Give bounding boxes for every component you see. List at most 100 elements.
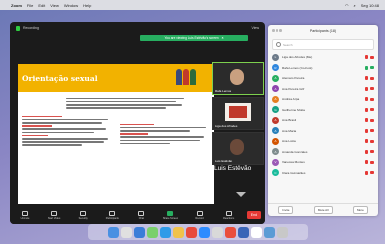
video-off-icon[interactable]	[370, 171, 374, 175]
participant-row[interactable]: A Ana Brasil	[268, 115, 378, 126]
mic-muted-icon[interactable]	[365, 65, 368, 70]
finder-icon[interactable]	[108, 226, 119, 238]
folder-icon[interactable]	[264, 226, 275, 238]
trash-icon[interactable]	[277, 226, 288, 238]
mic-muted-icon[interactable]	[365, 139, 368, 144]
chrome-icon[interactable]	[186, 226, 197, 238]
participant-video-icon	[230, 69, 244, 85]
video-off-icon[interactable]	[370, 108, 374, 112]
video-off-icon[interactable]	[370, 87, 374, 91]
mic-muted-icon[interactable]	[365, 149, 368, 154]
banner-text: You are viewing Luis Estêvão's screen	[164, 36, 219, 40]
participants-title: Participants (18)	[309, 29, 337, 33]
gallery-down-arrow-icon[interactable]	[236, 192, 246, 197]
video-off-icon[interactable]	[370, 118, 374, 122]
record-button[interactable]: Record	[189, 210, 211, 220]
video-off-icon[interactable]	[370, 76, 374, 80]
participant-row[interactable]: A Andréa Arpa	[268, 94, 378, 105]
toolbar-label: Share Screen	[162, 216, 179, 220]
participant-row[interactable]: C Clara Guimarães	[268, 168, 378, 179]
banner-close-icon[interactable]: ×	[222, 36, 224, 40]
settings-icon[interactable]	[212, 226, 223, 238]
video-off-icon[interactable]	[370, 66, 374, 70]
share-screen-button[interactable]: Share Screen	[159, 210, 181, 220]
participant-row[interactable]: A Ana Pereira Grif	[268, 84, 378, 95]
mic-muted-icon[interactable]	[365, 118, 368, 123]
slide-title: Orientação sexual	[22, 74, 98, 83]
participant-row[interactable]: A Ana Maria	[268, 126, 378, 137]
video-thumbnails: Rafa Lemos Liga dos Afrodes Luis Estêvão	[212, 62, 264, 167]
safari-icon[interactable]	[134, 226, 145, 238]
invite-button[interactable]: Invite	[278, 206, 294, 214]
menu-view[interactable]: View	[50, 3, 59, 8]
participants-list: L Liga dos Afrodes (Me) R Rafa Lemos (Co-ho…	[268, 52, 378, 178]
search-icon	[276, 42, 281, 47]
mail-icon[interactable]	[160, 226, 171, 238]
mic-muted-icon[interactable]	[365, 76, 368, 81]
end-meeting-button[interactable]: End	[246, 211, 261, 219]
wifi-icon[interactable]: ◠	[345, 3, 349, 8]
mac-dock	[88, 224, 308, 240]
security-button[interactable]: Security	[72, 210, 94, 220]
menu-help[interactable]: Help	[83, 3, 91, 8]
video-off-icon[interactable]	[370, 160, 374, 164]
shield-icon	[80, 210, 87, 216]
messages-icon[interactable]	[147, 226, 158, 238]
more-button[interactable]: More	[352, 206, 368, 214]
photos-icon[interactable]	[173, 226, 184, 238]
participant-row[interactable]: A Ana Lúcia	[268, 136, 378, 147]
video-off-icon[interactable]	[370, 139, 374, 143]
video-tile[interactable]: Luis Estêvão	[212, 132, 264, 165]
participant-name: Rafa Lemos (Co-host)	[282, 65, 313, 70]
start-video-button[interactable]: Start Video	[43, 210, 65, 220]
mic-muted-icon[interactable]	[365, 170, 368, 175]
avatar: A	[272, 116, 279, 124]
unmute-button[interactable]: Unmute	[14, 210, 36, 220]
chat-button[interactable]: Chat	[130, 210, 152, 220]
encryption-shield-icon[interactable]	[16, 25, 20, 31]
menu-clock[interactable]: Seg 10:48	[361, 3, 379, 8]
zoom-app-icon[interactable]	[199, 226, 210, 238]
participant-row[interactable]: G Guilherme Motta	[268, 105, 378, 116]
menu-app[interactable]: Zoom	[11, 3, 22, 8]
mic-muted-icon[interactable]	[365, 55, 368, 60]
powerpoint-icon[interactable]	[225, 226, 236, 238]
zoom-meeting-window: Recording View You are viewing Luis Estê…	[10, 22, 265, 224]
participant-row[interactable]: R Rafa Lemos (Co-host)	[268, 63, 378, 74]
notes-icon[interactable]	[251, 226, 262, 238]
participant-row[interactable]: A Amanda Gonzales	[268, 147, 378, 158]
video-off-icon[interactable]	[370, 150, 374, 154]
view-button[interactable]: View	[251, 26, 259, 30]
menu-file[interactable]: File	[27, 3, 33, 8]
meeting-topbar: Recording View	[10, 22, 265, 34]
video-off-icon[interactable]	[370, 129, 374, 133]
chat-icon	[138, 210, 145, 216]
search-icon[interactable]: ⌕	[354, 3, 356, 8]
participant-name: Ana Lúcia	[282, 139, 296, 144]
video-tile[interactable]: Liga dos Afrodes	[212, 97, 264, 130]
reactions-button[interactable]: Reactions	[218, 210, 240, 220]
mic-muted-icon[interactable]	[365, 160, 368, 165]
toolbar-label: Unmute	[20, 216, 30, 220]
participants-button[interactable]: Participants	[101, 210, 123, 220]
recording-label[interactable]: Recording	[23, 26, 39, 30]
word-icon[interactable]	[238, 226, 249, 238]
participant-search-input[interactable]: Search	[272, 39, 374, 50]
mute-all-button[interactable]: Mute All	[313, 206, 333, 214]
mic-muted-icon[interactable]	[365, 107, 368, 112]
menu-edit[interactable]: Edit	[38, 3, 45, 8]
mic-muted-icon[interactable]	[365, 97, 368, 102]
video-off-icon[interactable]	[370, 97, 374, 101]
window-controls[interactable]	[272, 29, 282, 32]
video-off-icon[interactable]	[370, 55, 374, 59]
menu-window[interactable]: Window	[64, 3, 78, 8]
participant-row[interactable]: L Liga dos Afrodes (Me)	[268, 52, 378, 63]
mic-muted-icon[interactable]	[365, 86, 368, 91]
launchpad-icon[interactable]	[121, 226, 132, 238]
participant-row[interactable]: A Alemaro Pereira	[268, 73, 378, 84]
toolbar-label: Record	[195, 216, 204, 220]
participant-row[interactable]: V Vanessa Montes	[268, 157, 378, 168]
mic-muted-icon[interactable]	[365, 128, 368, 133]
video-tile[interactable]: Rafa Lemos	[212, 62, 264, 95]
participant-name: Clara Guimarães	[282, 170, 306, 175]
